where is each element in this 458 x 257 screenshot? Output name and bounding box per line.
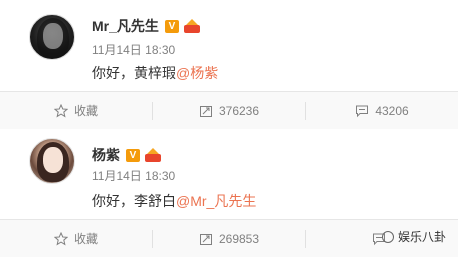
post-time[interactable]: 11月14日 18:30	[92, 167, 175, 184]
favorite-label: 收藏	[73, 232, 98, 246]
mention-link[interactable]: @Mr_凡先生	[176, 193, 256, 209]
watermark-text: 娱乐八卦	[397, 230, 446, 244]
repost-icon	[199, 233, 212, 245]
username-row: 杨紫 V	[92, 145, 162, 165]
post-content: 你好，李舒白@Mr_凡先生	[92, 191, 256, 211]
post-content: 你好，黄梓瑕@杨紫	[92, 63, 218, 83]
comment-count: 43206	[375, 103, 409, 118]
verified-icon: V	[164, 19, 179, 33]
favorite-label: 收藏	[73, 104, 98, 118]
verified-icon: V	[126, 148, 140, 162]
favorite-button[interactable]: 收藏	[0, 92, 152, 129]
wechat-icon	[381, 230, 394, 243]
avatar[interactable]	[29, 14, 75, 60]
post-text: 你好，李舒白	[92, 193, 176, 209]
username[interactable]: Mr_凡先生	[92, 16, 159, 36]
repost-count: 376236	[218, 103, 260, 118]
post-time[interactable]: 11月14日 18:30	[92, 41, 175, 58]
watermark: 娱乐八卦	[381, 228, 446, 245]
avatar-face	[43, 23, 63, 49]
repost-icon	[199, 105, 212, 117]
favorite-button[interactable]: 收藏	[0, 220, 152, 257]
weibo-post-1: Mr_凡先生 V 11月14日 18:30 你好，黄梓瑕@杨紫	[0, 0, 458, 92]
username-row: Mr_凡先生 V	[92, 16, 201, 36]
avatar-face	[43, 147, 63, 173]
vip-crown-icon	[144, 148, 162, 162]
star-icon	[53, 103, 68, 117]
vip-crown-icon	[183, 19, 201, 33]
post-actions-bar: 收藏 376236 43206	[0, 91, 458, 129]
post-text: 你好，黄梓瑕	[92, 65, 176, 81]
username[interactable]: 杨紫	[92, 145, 120, 165]
mention-link[interactable]: @杨紫	[176, 65, 218, 81]
comment-icon	[356, 105, 369, 117]
repost-button[interactable]: 269853	[153, 220, 305, 257]
repost-count: 269853	[218, 231, 260, 246]
star-icon	[53, 231, 68, 245]
avatar[interactable]	[29, 138, 75, 184]
weibo-post-2: 杨紫 V 11月14日 18:30 你好，李舒白@Mr_凡先生	[0, 129, 458, 217]
repost-button[interactable]: 376236	[153, 92, 305, 129]
comment-button[interactable]: 43206	[306, 92, 458, 129]
